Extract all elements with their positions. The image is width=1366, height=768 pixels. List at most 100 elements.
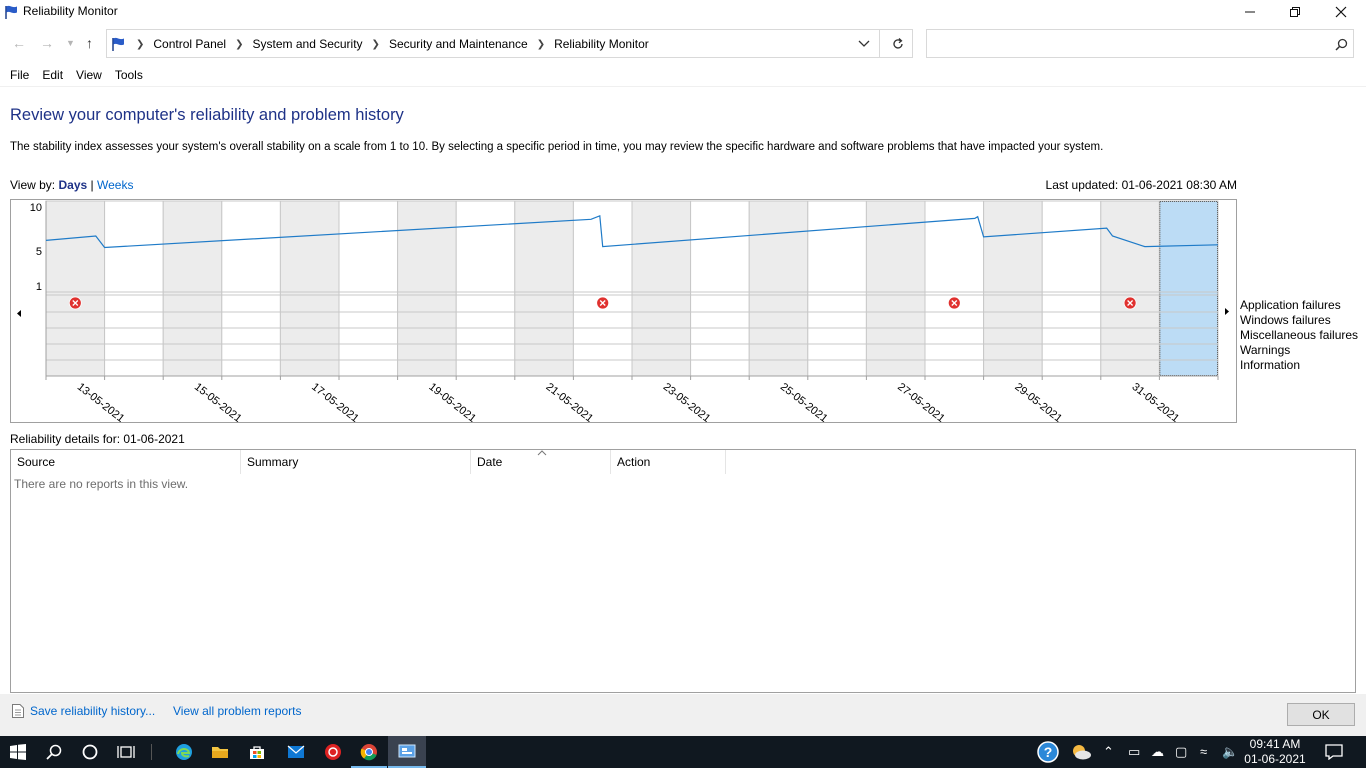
notifications-icon[interactable] [1322, 740, 1346, 764]
search-icon[interactable] [42, 740, 66, 764]
empty-message: There are no reports in this view. [14, 477, 189, 491]
scroll-right-icon[interactable] [1225, 308, 1229, 315]
day-column[interactable] [748, 200, 809, 377]
clock-time: 09:41 AM [1249, 737, 1301, 751]
day-column[interactable] [983, 200, 1043, 377]
day-column[interactable] [865, 200, 926, 377]
breadcrumb-item[interactable]: System and Security [253, 37, 363, 51]
legend-misc-failures: Miscellaneous failures [1240, 328, 1359, 342]
day-column[interactable] [631, 200, 692, 377]
restore-icon [1290, 7, 1300, 17]
navigation-row: ← → ▼ ↑ ❯ Control Panel ❯ System and Sec… [0, 29, 1366, 59]
page-description: The stability index assesses your system… [10, 141, 1104, 153]
y-tick-label: 1 [36, 281, 42, 293]
task-view-icon[interactable] [114, 740, 138, 764]
cortana-icon[interactable] [78, 740, 102, 764]
chevron-up-icon[interactable]: ⌃ [1103, 744, 1114, 760]
column-action[interactable]: Action [611, 450, 726, 474]
volume-icon[interactable]: 🔈 [1222, 744, 1238, 760]
mail-icon[interactable] [284, 740, 308, 764]
onedrive-icon[interactable]: ☁ [1151, 744, 1164, 760]
help-icon[interactable]: ? [1036, 740, 1060, 764]
chevron-down-icon[interactable] [858, 39, 870, 49]
minimize-button[interactable] [1227, 0, 1273, 24]
reliability-chart[interactable]: 10 5 1 13-05-2021 15-05-2021 17-05-2021 19-05-… [10, 199, 1237, 423]
page-title: Review your computer's reliability and p… [10, 106, 404, 124]
clock-date: 01-06-2021 [1244, 752, 1306, 766]
day-column[interactable] [924, 200, 985, 377]
refresh-icon[interactable] [891, 37, 905, 51]
back-icon[interactable]: ← [12, 35, 26, 51]
menu-divider [0, 86, 1366, 87]
ok-button[interactable]: OK [1287, 703, 1355, 726]
recent-dropdown-icon[interactable]: ▼ [66, 38, 75, 48]
windows-start-icon[interactable] [6, 740, 30, 764]
app-red-icon[interactable] [321, 740, 345, 764]
breadcrumb-item[interactable]: Control Panel [153, 37, 226, 51]
x-date-label: 27-05-2021 [895, 381, 947, 422]
x-date-label: 19-05-2021 [426, 381, 478, 422]
reliability-chart-svg[interactable]: 10 5 1 13-05-2021 15-05-2021 17-05-2021 19-05-… [11, 200, 1236, 422]
view-all-reports-link[interactable]: View all problem reports [173, 704, 302, 718]
menu-tools[interactable]: Tools [105, 66, 143, 86]
day-column[interactable] [338, 200, 399, 377]
file-explorer-icon[interactable] [208, 740, 232, 764]
x-date-label: 25-05-2021 [778, 381, 830, 422]
x-date-label: 17-05-2021 [309, 381, 361, 422]
reliability-monitor-task[interactable] [388, 736, 426, 768]
forward-icon[interactable]: → [40, 35, 54, 51]
day-column[interactable] [279, 200, 340, 377]
menu-bar: File Edit View Tools [0, 66, 146, 86]
restore-button[interactable] [1272, 0, 1318, 24]
window-title: Reliability Monitor [23, 4, 118, 18]
wifi-icon[interactable]: ≈ [1200, 744, 1207, 759]
day-column[interactable] [1100, 200, 1160, 377]
view-by: View by: Days | Weeks [10, 178, 133, 192]
legend-information: Information [1240, 358, 1301, 372]
day-column[interactable] [455, 200, 516, 377]
system-clock[interactable]: 09:41 AM 01-06-2021 [1240, 737, 1310, 767]
day-column[interactable] [572, 200, 633, 377]
menu-edit[interactable]: Edit [32, 66, 63, 86]
x-date-label: 15-05-2021 [192, 381, 244, 422]
column-summary[interactable]: Summary [241, 450, 471, 474]
breadcrumb-item[interactable]: Security and Maintenance [389, 37, 528, 51]
weather-icon[interactable] [1069, 740, 1093, 764]
y-tick-label: 5 [36, 246, 42, 258]
store-icon[interactable] [245, 740, 269, 764]
breadcrumb-item[interactable]: Reliability Monitor [554, 37, 649, 51]
chrome-icon[interactable] [351, 740, 387, 768]
column-source[interactable]: Source [11, 450, 241, 474]
breadcrumb: ❯ Control Panel ❯ System and Security ❯ … [109, 36, 649, 52]
details-table: Source Summary Date Action There are no … [10, 449, 1356, 693]
chevron-right-icon[interactable]: ❯ [235, 39, 243, 50]
address-bar[interactable]: ❯ Control Panel ❯ System and Security ❯ … [106, 29, 913, 58]
view-weeks-link[interactable]: Weeks [97, 178, 133, 192]
day-column[interactable] [104, 200, 164, 377]
scroll-left-icon[interactable] [17, 310, 21, 317]
close-button[interactable] [1318, 0, 1364, 24]
footer-bar: Save reliability history... View all pro… [0, 694, 1366, 736]
menu-view[interactable]: View [66, 66, 102, 86]
view-days-link[interactable]: Days [58, 178, 87, 192]
day-column[interactable] [221, 200, 281, 377]
day-column[interactable] [1041, 200, 1102, 377]
chevron-right-icon[interactable]: ❯ [372, 39, 380, 50]
chevron-right-icon[interactable]: ❯ [537, 39, 545, 50]
search-input[interactable] [926, 29, 1354, 58]
taskbar: ? ⌃ ▭ ☁ ▢ ≈ 🔈 09:41 AM 01-06-2021 [0, 736, 1366, 768]
battery-icon[interactable]: ▢ [1175, 744, 1187, 760]
up-icon[interactable]: ↑ [86, 35, 93, 51]
edge-icon[interactable] [172, 740, 196, 764]
document-icon [12, 704, 24, 718]
day-column[interactable] [45, 200, 106, 377]
save-history-link[interactable]: Save reliability history... [30, 704, 155, 718]
legend-warnings: Warnings [1240, 343, 1291, 357]
menu-file[interactable]: File [0, 66, 29, 86]
day-column[interactable] [514, 200, 574, 377]
day-column[interactable] [162, 200, 223, 377]
x-date-label: 23-05-2021 [661, 381, 713, 422]
device-icon[interactable]: ▭ [1128, 744, 1140, 760]
selected-day-column[interactable] [1158, 200, 1219, 377]
day-column[interactable] [690, 200, 750, 377]
